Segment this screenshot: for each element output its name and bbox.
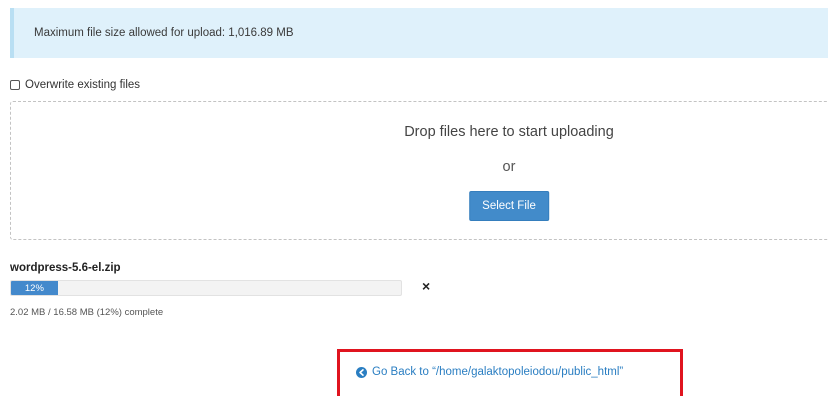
go-back-label: Go Back to “/home/galaktopoleiodou/publi… — [372, 366, 624, 378]
upload-progress-bar: 12% — [10, 280, 402, 296]
file-drop-zone[interactable]: Drop files here to start uploading or Se… — [10, 101, 828, 240]
select-file-button[interactable]: Select File — [469, 191, 549, 221]
overwrite-option[interactable]: Overwrite existing files — [10, 79, 140, 91]
upload-progress-label: 12% — [24, 282, 44, 294]
cancel-upload-icon[interactable]: × — [422, 278, 430, 294]
drop-zone-title: Drop files here to start uploading — [404, 124, 614, 140]
upload-progress-fill: 12% — [11, 281, 58, 295]
overwrite-label: Overwrite existing files — [25, 79, 141, 91]
arrow-circle-left-icon — [356, 366, 367, 378]
upload-status-text: 2.02 MB / 16.58 MB (12%) complete — [10, 307, 164, 318]
upload-info-banner: Maximum file size allowed for upload: 1,… — [10, 8, 828, 58]
drop-zone-or: or — [502, 159, 516, 175]
max-file-size-text: Maximum file size allowed for upload: 1,… — [34, 27, 294, 39]
uploading-file-name: wordpress-5.6-el.zip — [10, 262, 121, 274]
overwrite-checkbox[interactable] — [10, 80, 20, 90]
go-back-link[interactable]: Go Back to “/home/galaktopoleiodou/publi… — [356, 366, 623, 378]
